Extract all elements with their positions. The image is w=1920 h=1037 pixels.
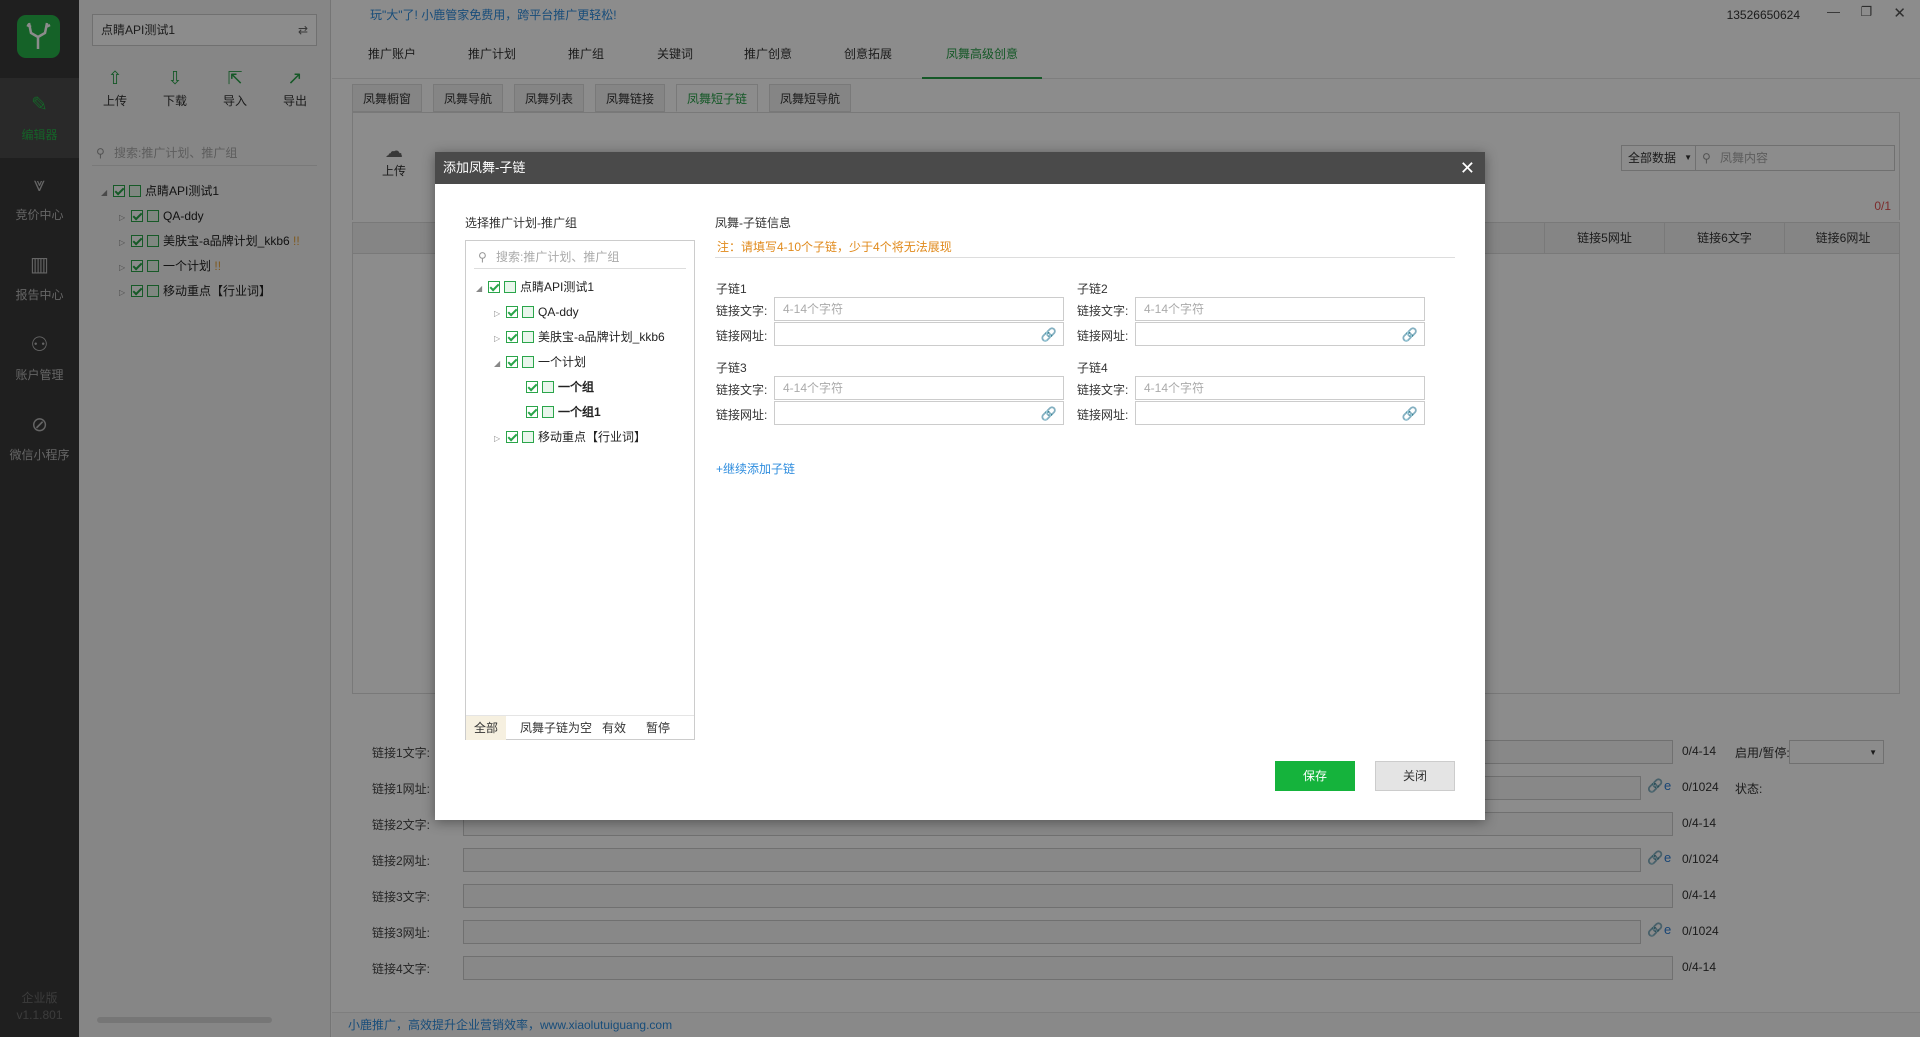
add-more-sublink-link[interactable]: +继续添加子链 xyxy=(716,460,795,477)
add-sublink-dialog: 添加凤舞-子链 ✕ 选择推广计划-推广组 ⚲ 搜索:推广计划、推广组 ◢ 点睛AP… xyxy=(435,152,1485,820)
tree-label: 一个计划 xyxy=(538,355,587,369)
tree-filter-tabs: 全部 凤舞子链为空 有效 暂停 xyxy=(466,715,694,740)
collapse-icon[interactable]: ◢ xyxy=(476,279,488,299)
right-panel-title: 凤舞-子链信息 xyxy=(715,216,791,230)
group-icon xyxy=(542,381,554,393)
plan-icon xyxy=(522,331,534,343)
sublink-notice: 注：请填写4-10个子链，少于4个将无法展现 xyxy=(715,238,1455,258)
close-icon[interactable]: ✕ xyxy=(1460,152,1475,184)
sublink-4-text-input[interactable]: 4-14个字符 xyxy=(1135,376,1425,400)
app-window: ✎ 编辑器 ⩔ 竞价中心 ▥ 报告中心 ⚇ 账户管理 ⊘ 微信小程序 企业版 v… xyxy=(0,0,1920,1037)
tree-search-placeholder: 搜索:推广计划、推广组 xyxy=(496,250,620,264)
url-label: 链接网址: xyxy=(716,329,768,343)
sublink-3-title: 子链3 xyxy=(716,361,747,375)
tree-label: 一个组1 xyxy=(558,405,601,419)
filter-tab-all[interactable]: 全部 xyxy=(466,716,507,740)
link-icon[interactable]: 🔗 xyxy=(1402,403,1418,425)
text-label: 链接文字: xyxy=(716,304,768,318)
left-panel-title: 选择推广计划-推广组 xyxy=(465,216,577,230)
tree-item-plan[interactable]: ▷ 美肤宝-a品牌计划_kkb6 xyxy=(494,327,665,347)
tree-search-input[interactable]: ⚲ 搜索:推广计划、推广组 xyxy=(474,245,686,269)
sublink-2-title: 子链2 xyxy=(1077,282,1108,296)
link-icon[interactable]: 🔗 xyxy=(1402,324,1418,346)
tree-label: 移动重点【行业词】 xyxy=(538,430,647,444)
filter-tab-valid[interactable]: 有效 xyxy=(594,716,634,740)
tree-item-plan[interactable]: ▷ QA-ddy xyxy=(494,302,579,322)
input-placeholder: 4-14个字符 xyxy=(1144,302,1205,316)
sublink-1-title: 子链1 xyxy=(716,282,747,296)
link-icon[interactable]: 🔗 xyxy=(1041,403,1057,425)
plan-icon xyxy=(522,356,534,368)
tree-item-plan[interactable]: ▷ 移动重点【行业词】 xyxy=(494,427,646,447)
text-label: 链接文字: xyxy=(1077,383,1129,397)
dialog-header: 添加凤舞-子链 ✕ xyxy=(435,152,1485,184)
tree-checkbox[interactable] xyxy=(506,356,518,368)
filter-tab-empty-sublink[interactable]: 凤舞子链为空 xyxy=(512,716,600,740)
filter-tab-paused[interactable]: 暂停 xyxy=(638,716,678,740)
account-icon xyxy=(504,281,516,293)
dialog-title: 添加凤舞-子链 xyxy=(443,160,526,175)
tree-checkbox[interactable] xyxy=(506,331,518,343)
sublink-1-text-input[interactable]: 4-14个字符 xyxy=(774,297,1064,321)
sublink-2-text-input[interactable]: 4-14个字符 xyxy=(1135,297,1425,321)
link-icon[interactable]: 🔗 xyxy=(1041,324,1057,346)
sublink-3-url-input[interactable]: 🔗 xyxy=(774,401,1064,425)
tree-item-group[interactable]: 一个组1 xyxy=(526,402,601,422)
collapse-icon[interactable]: ◢ xyxy=(494,354,506,374)
tree-checkbox[interactable] xyxy=(526,406,538,418)
expand-icon[interactable]: ▷ xyxy=(494,329,506,349)
tree-checkbox[interactable] xyxy=(488,281,500,293)
search-icon: ⚲ xyxy=(478,250,487,264)
plan-group-tree-panel: ⚲ 搜索:推广计划、推广组 ◢ 点睛API测试1 ▷ QA-ddy ▷ 美肤宝-a品牌… xyxy=(465,240,695,740)
text-label: 链接文字: xyxy=(1077,304,1129,318)
tree-label: 一个组 xyxy=(558,380,595,394)
tree-checkbox[interactable] xyxy=(506,431,518,443)
tree-item-plan[interactable]: ◢ 一个计划 xyxy=(494,352,586,372)
group-icon xyxy=(542,406,554,418)
input-placeholder: 4-14个字符 xyxy=(783,381,844,395)
input-placeholder: 4-14个字符 xyxy=(783,302,844,316)
sublink-4-title: 子链4 xyxy=(1077,361,1108,375)
plan-icon xyxy=(522,431,534,443)
tree-label: 点睛API测试1 xyxy=(520,280,595,294)
tree-label: QA-ddy xyxy=(538,305,579,319)
url-label: 链接网址: xyxy=(716,408,768,422)
sublink-4-url-input[interactable]: 🔗 xyxy=(1135,401,1425,425)
tree-label: 美肤宝-a品牌计划_kkb6 xyxy=(538,330,665,344)
tree-checkbox[interactable] xyxy=(526,381,538,393)
url-label: 链接网址: xyxy=(1077,329,1129,343)
sublink-1-url-input[interactable]: 🔗 xyxy=(774,322,1064,346)
tree-checkbox[interactable] xyxy=(506,306,518,318)
sublink-2-url-input[interactable]: 🔗 xyxy=(1135,322,1425,346)
close-button[interactable]: 关闭 xyxy=(1375,761,1455,791)
sublink-3-text-input[interactable]: 4-14个字符 xyxy=(774,376,1064,400)
text-label: 链接文字: xyxy=(716,383,768,397)
tree-item-group[interactable]: 一个组 xyxy=(526,377,594,397)
expand-icon[interactable]: ▷ xyxy=(494,304,506,324)
url-label: 链接网址: xyxy=(1077,408,1129,422)
save-button[interactable]: 保存 xyxy=(1275,761,1355,791)
input-placeholder: 4-14个字符 xyxy=(1144,381,1205,395)
tree-item-account[interactable]: ◢ 点睛API测试1 xyxy=(476,277,594,297)
expand-icon[interactable]: ▷ xyxy=(494,429,506,449)
plan-icon xyxy=(522,306,534,318)
